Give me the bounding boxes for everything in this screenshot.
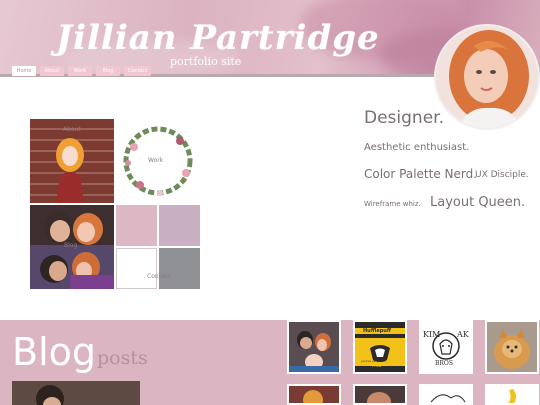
site-title: Jillian Partridge [56, 18, 380, 58]
thumb-caption-2: AK [457, 330, 469, 339]
thumb-caption: KIM [423, 330, 441, 339]
blog-featured-image[interactable] [12, 381, 140, 405]
tab-work[interactable]: Work [68, 66, 92, 76]
tab-contact[interactable]: Contact [124, 66, 152, 76]
family-photo-icon [289, 322, 339, 372]
featured-photo-icon [12, 381, 140, 405]
sketch-icon [421, 386, 471, 403]
pomeranian-photo-icon [487, 322, 537, 372]
swatch-pink [116, 205, 157, 246]
blog-thumb-5[interactable] [287, 384, 341, 405]
blog-thumb-4[interactable] [485, 320, 539, 374]
tagline-aesthetic: Aesthetic enthusiast. [364, 142, 470, 153]
contact-label: Contact [147, 273, 171, 280]
portrait-icon [436, 26, 538, 128]
work-label: Work [148, 157, 164, 164]
swatch-white [116, 248, 157, 289]
photo-icon [355, 386, 405, 403]
about-label: About [63, 126, 81, 133]
blog-subheading: posts [97, 347, 148, 369]
blog-label: Blog [64, 242, 78, 249]
blog-thumb-6[interactable] [353, 384, 407, 405]
about-tile[interactable]: About [30, 119, 114, 203]
tab-home[interactable]: Home [12, 66, 36, 76]
swatch-gray [159, 248, 200, 289]
tagline-palette: Color Palette Nerd. [364, 167, 478, 181]
blog-tile[interactable]: Blog [30, 205, 114, 289]
tagline-designer: Designer. [364, 108, 444, 128]
site-subtitle: portfolio site [170, 55, 242, 68]
work-tile[interactable]: Work [116, 119, 200, 203]
thumb-subcaption: BROS [435, 360, 453, 367]
tab-about[interactable]: About [40, 66, 64, 76]
contact-tile[interactable]: Contact [116, 205, 200, 289]
banana-icon [487, 386, 537, 403]
photo-icon [289, 386, 339, 403]
tagline-ux: UX Disciple. [475, 170, 529, 180]
tagline-layout: Layout Queen. [430, 195, 526, 210]
tagline-wireframe: Wireframe whiz. [364, 200, 421, 208]
tab-blog[interactable]: Blog [96, 66, 120, 76]
blog-thumb-2[interactable]: Hufflepuff you've very kind FIND [353, 320, 407, 374]
blog-thumb-1[interactable] [287, 320, 341, 374]
thumb-tag: FIND [372, 363, 382, 368]
profile-avatar [434, 24, 540, 130]
blog-thumb-3[interactable]: KIM AK BROS [419, 320, 473, 374]
blog-thumb-8[interactable] [485, 384, 539, 405]
nav-tabs: Home About Work Blog Contact [12, 66, 152, 76]
blog-heading: Blog [12, 330, 96, 374]
page: Jillian Partridge portfolio site Home Ab… [0, 0, 540, 405]
blog-thumb-7[interactable] [419, 384, 473, 405]
swatch-mauve [159, 205, 200, 246]
thumb-caption: Hufflepuff [363, 328, 391, 334]
